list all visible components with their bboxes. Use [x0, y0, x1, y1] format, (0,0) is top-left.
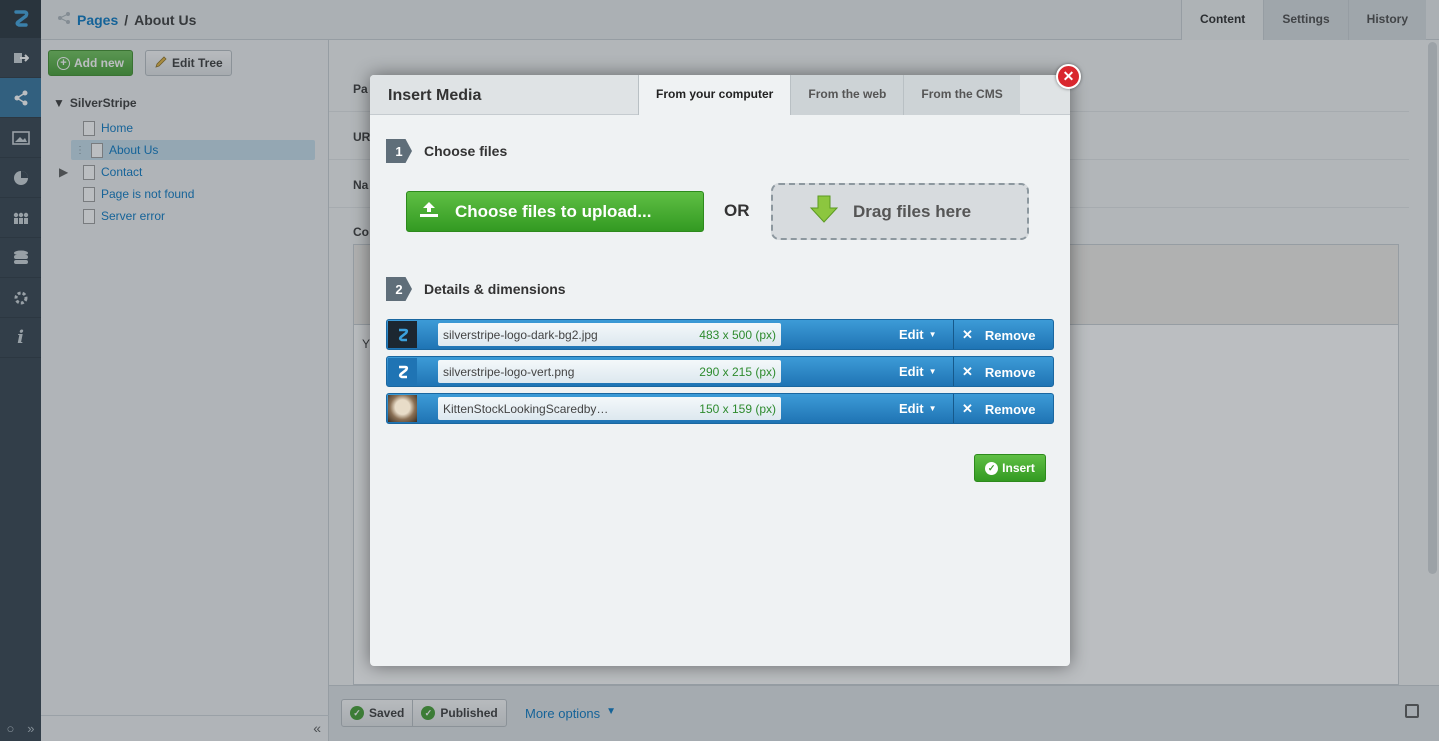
file-edit-button[interactable]: Edit ▼ — [899, 401, 936, 416]
file-name: silverstripe-logo-vert.png — [443, 364, 575, 379]
file-dimensions: 290 x 215 (px) — [699, 364, 776, 379]
step-number: 2 — [386, 277, 412, 301]
insert-label: Insert — [1002, 461, 1035, 475]
drop-zone[interactable]: Drag files here — [771, 183, 1029, 240]
file-remove-button[interactable]: ✕ Remove — [962, 364, 1035, 380]
tab-from-web[interactable]: From the web — [790, 75, 904, 115]
or-label: OR — [724, 201, 750, 220]
file-info[interactable]: KittenStockLookingScaredby… 150 x 159 (p… — [438, 397, 781, 420]
file-remove-button[interactable]: ✕ Remove — [962, 401, 1035, 417]
step-label: Details & dimensions — [424, 281, 566, 297]
edit-label: Edit — [899, 364, 924, 379]
remove-label: Remove — [984, 364, 1036, 380]
checkmark-icon: ✓ — [985, 461, 999, 475]
caret-down-icon: ▼ — [928, 367, 937, 376]
close-dialog-button[interactable]: ✕ — [1056, 64, 1081, 89]
close-icon: ✕ — [1062, 68, 1075, 84]
insert-media-dialog: Insert Media From your computer From the… — [370, 75, 1070, 666]
edit-label: Edit — [899, 327, 924, 342]
file-info[interactable]: silverstripe-logo-dark-bg2.jpg 483 x 500… — [438, 323, 781, 346]
divider — [953, 394, 954, 423]
choose-files-label: Choose files to upload... — [455, 201, 652, 221]
step-number: 1 — [386, 139, 412, 163]
tab-from-computer[interactable]: From your computer — [638, 75, 791, 115]
file-edit-button[interactable]: Edit ▼ — [899, 364, 936, 379]
close-icon: ✕ — [962, 401, 973, 416]
file-thumbnail — [388, 358, 417, 385]
file-info[interactable]: silverstripe-logo-vert.png 290 x 215 (px… — [438, 360, 781, 383]
tab-from-cms[interactable]: From the CMS — [903, 75, 1020, 115]
dialog-title: Insert Media — [388, 87, 482, 104]
divider — [953, 320, 954, 349]
download-arrow-icon — [809, 194, 839, 229]
step-label: Choose files — [424, 143, 508, 159]
upload-icon — [419, 200, 439, 223]
remove-label: Remove — [984, 401, 1036, 417]
file-name: silverstripe-logo-dark-bg2.jpg — [443, 327, 598, 342]
step-choose-files: 1 Choose files — [386, 139, 507, 163]
dialog-header: Insert Media From your computer From the… — [370, 75, 1070, 115]
remove-label: Remove — [984, 327, 1036, 343]
caret-down-icon: ▼ — [928, 404, 937, 413]
divider — [953, 357, 954, 386]
kitten-thumbnail — [388, 395, 417, 422]
file-thumbnail — [388, 321, 417, 348]
file-edit-button[interactable]: Edit ▼ — [899, 327, 936, 342]
file-row: silverstripe-logo-dark-bg2.jpg 483 x 500… — [386, 319, 1054, 350]
caret-down-icon: ▼ — [928, 330, 937, 339]
choose-files-button[interactable]: Choose files to upload... — [406, 191, 704, 232]
file-row: KittenStockLookingScaredby… 150 x 159 (p… — [386, 393, 1054, 424]
file-remove-button[interactable]: ✕ Remove — [962, 327, 1035, 343]
edit-label: Edit — [899, 401, 924, 416]
file-name: KittenStockLookingScaredby… — [443, 401, 609, 416]
dialog-tabs: From your computer From the web From the… — [638, 75, 1020, 115]
drop-zone-label: Drag files here — [853, 201, 972, 221]
file-row: silverstripe-logo-vert.png 290 x 215 (px… — [386, 356, 1054, 387]
insert-button[interactable]: ✓ Insert — [974, 454, 1046, 482]
file-dimensions: 150 x 159 (px) — [699, 401, 776, 416]
file-dimensions: 483 x 500 (px) — [699, 327, 776, 342]
close-icon: ✕ — [962, 327, 973, 342]
step-details: 2 Details & dimensions — [386, 277, 566, 301]
close-icon: ✕ — [962, 364, 973, 379]
